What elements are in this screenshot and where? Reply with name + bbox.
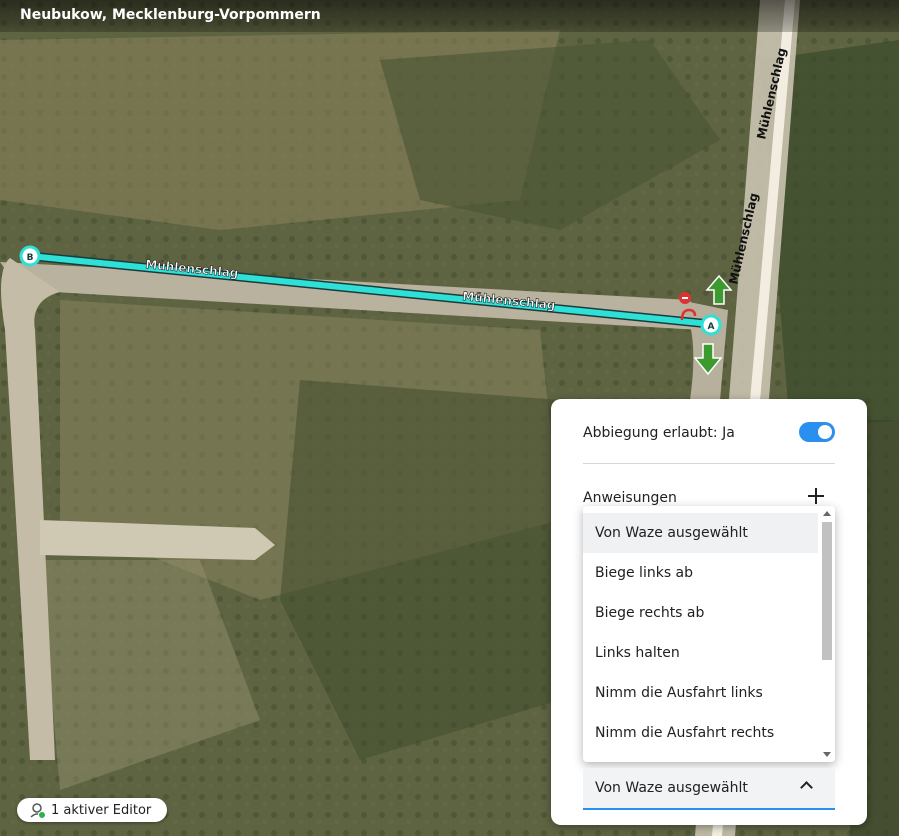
dropdown-option[interactable]: Biege links ab <box>583 553 818 593</box>
location-bar: Neubukow, Mecklenburg-Vorpommern <box>0 0 899 32</box>
toggle-knob <box>818 425 832 439</box>
node-a-label: A <box>708 322 715 332</box>
editor-icon <box>29 802 46 819</box>
instruction-dropdown-list[interactable]: Von Waze ausgewählt Biege links ab Biege… <box>583 506 835 762</box>
turn-allowed-toggle[interactable] <box>799 422 835 442</box>
chevron-up-icon[interactable] <box>800 781 813 794</box>
active-editors-label: 1 aktiver Editor <box>51 802 152 818</box>
active-editors-badge[interactable]: 1 aktiver Editor <box>17 798 167 822</box>
scroll-up-icon[interactable] <box>823 511 831 516</box>
dropdown-option[interactable]: Links halten <box>583 633 818 673</box>
location-title: Neubukow, Mecklenburg-Vorpommern <box>20 7 321 23</box>
instruction-select-value: Von Waze ausgewählt <box>595 780 748 796</box>
instructions-label: Anweisungen <box>583 490 677 506</box>
add-instruction-icon[interactable] <box>807 487 825 505</box>
instruction-select[interactable]: Von Waze ausgewählt <box>583 768 835 810</box>
scrollbar-thumb[interactable] <box>822 522 832 660</box>
dropdown-scrollbar[interactable] <box>819 506 835 762</box>
dropdown-option[interactable]: Nimm die Ausfahrt rechts <box>583 713 818 753</box>
scroll-down-icon[interactable] <box>823 752 831 757</box>
turn-allowed-label: Abbiegung erlaubt: Ja <box>583 425 735 441</box>
dropdown-option[interactable]: Von Waze ausgewählt <box>583 513 818 553</box>
node-b-marker[interactable]: B <box>19 245 41 267</box>
divider <box>583 463 835 464</box>
dropdown-option[interactable]: Nimm die Ausfahrt links <box>583 673 818 713</box>
node-b-label: B <box>27 253 34 263</box>
node-a-marker[interactable]: A <box>700 314 722 336</box>
online-status-dot <box>38 811 46 819</box>
dropdown-option[interactable]: Biege rechts ab <box>583 593 818 633</box>
